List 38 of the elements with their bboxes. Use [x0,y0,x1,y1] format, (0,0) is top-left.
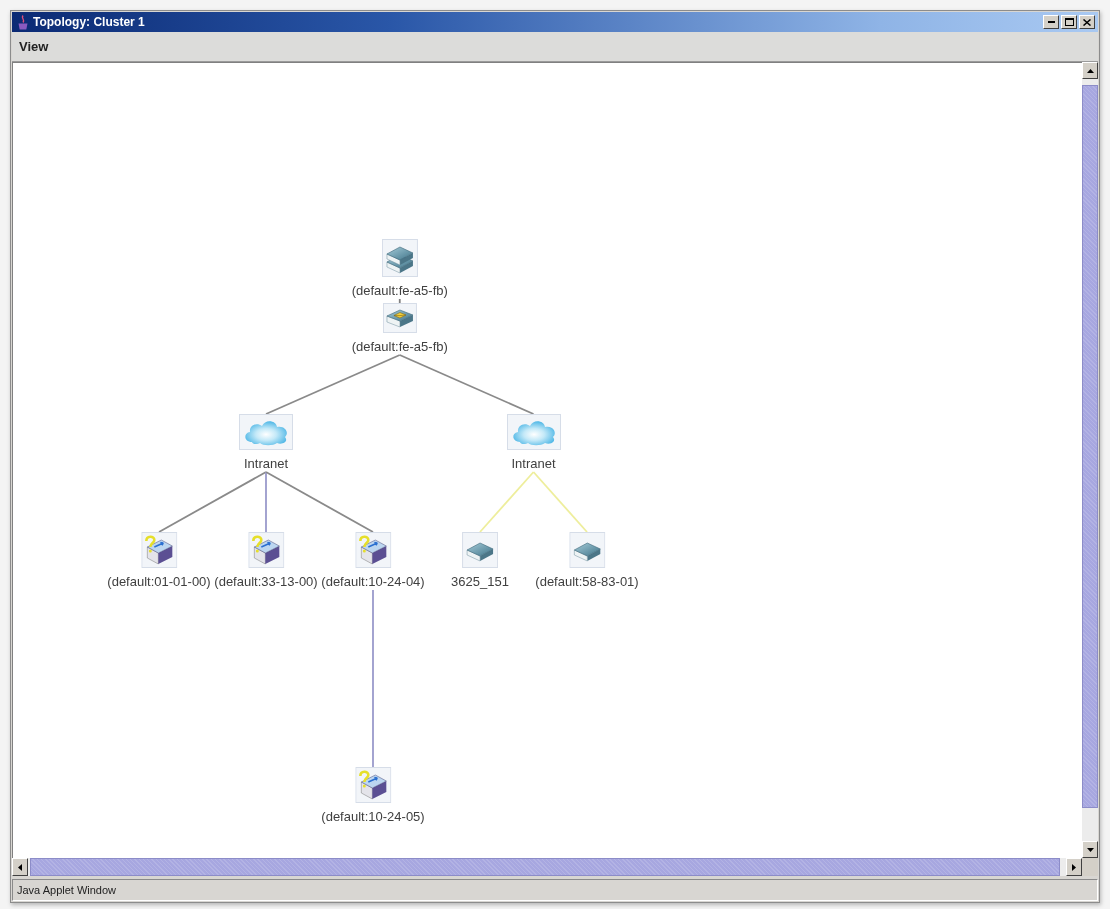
close-icon [1083,18,1091,26]
scroll-up-button[interactable] [1082,62,1098,79]
node-label: (default:fe-a5-fb) [351,284,448,298]
node-label: 3625_151 [451,575,509,589]
node-label: (default:01-01-00) [107,575,211,589]
node-label: Intranet [511,457,556,471]
scroll-right-button[interactable] [1066,858,1082,876]
cloud-icon [239,414,293,450]
node-label: Intranet [243,457,289,471]
node-label: (default:33-13-00) [214,575,318,589]
cloud-icon [506,414,561,450]
node-label: (default:10-24-04) [321,575,425,589]
minimize-button[interactable] [1043,15,1059,29]
router-icon [382,303,417,333]
device-icon [462,532,498,568]
scroll-left-button[interactable] [12,858,28,876]
scroll-down-button[interactable] [1082,841,1098,858]
stacked-device-icon [381,239,418,277]
right-arrow-icon [1072,863,1076,871]
maximize-button[interactable] [1061,15,1077,29]
coffee-cup-icon [18,14,28,30]
window-title: Topology: Cluster 1 [33,15,145,29]
minimize-icon [1047,21,1055,23]
question-device-icon [141,532,177,568]
question-device-icon [248,532,284,568]
question-device-icon [355,532,391,568]
question-device-icon [355,767,391,803]
maximize-icon [1064,18,1074,26]
status-text: Java Applet Window [17,884,117,896]
node-label: (default:58-83-01) [535,575,639,589]
node-label: (default:10-24-05) [321,810,425,824]
up-arrow-icon [1086,68,1094,73]
menu-item[interactable]: View [15,37,53,56]
left-arrow-icon [18,863,22,871]
down-arrow-icon [1086,847,1094,852]
node-label: (default:fe-a5-fb) [351,340,448,354]
device-icon [569,532,605,568]
close-button[interactable] [1079,15,1095,29]
